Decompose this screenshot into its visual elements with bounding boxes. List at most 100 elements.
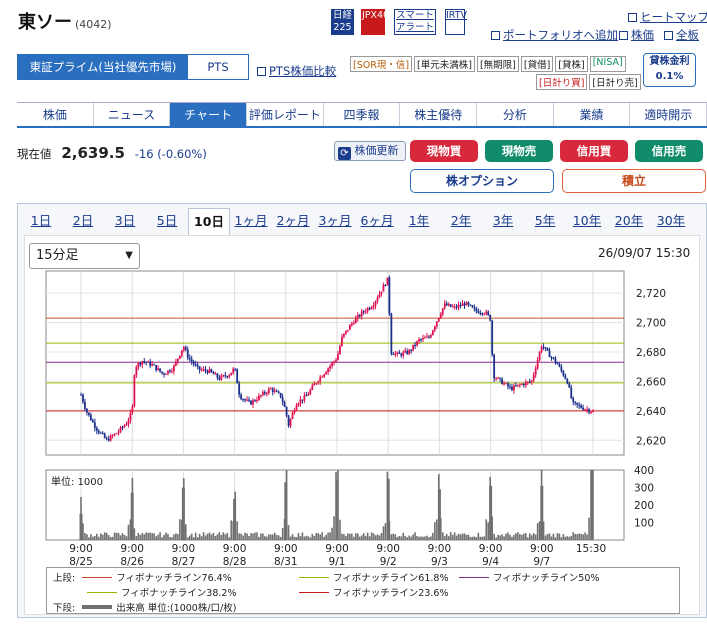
legend-lower: 下段: 出来高 単位:(1000株/口/枚) bbox=[53, 600, 236, 614]
volume-bar bbox=[269, 534, 272, 540]
candle-body bbox=[155, 365, 158, 371]
candle-body bbox=[584, 409, 586, 411]
candle-body bbox=[572, 398, 575, 402]
candle-body bbox=[410, 350, 413, 352]
volume-bar bbox=[331, 527, 333, 540]
volume-bar bbox=[101, 534, 104, 540]
candle-body bbox=[465, 302, 468, 306]
volume-bar bbox=[481, 536, 484, 540]
candle-body bbox=[271, 388, 274, 393]
volume-bar bbox=[279, 536, 282, 540]
candle-body bbox=[431, 330, 434, 336]
volume-bar bbox=[155, 536, 157, 540]
volume-bar bbox=[582, 534, 584, 540]
volume-bar bbox=[137, 532, 140, 540]
volume-bar bbox=[133, 528, 136, 540]
candle-body bbox=[503, 383, 505, 385]
candle-body bbox=[169, 370, 171, 372]
candle-body bbox=[335, 360, 337, 362]
volume-bar bbox=[570, 535, 573, 540]
candle-body bbox=[267, 388, 270, 394]
volume-bar bbox=[588, 517, 590, 540]
volume-bar bbox=[345, 536, 347, 540]
candle-body bbox=[366, 308, 369, 312]
volume-bar bbox=[410, 536, 412, 540]
volume-bar bbox=[408, 535, 410, 540]
volume-bar bbox=[92, 536, 94, 540]
volume-bar bbox=[566, 536, 569, 540]
candle-body bbox=[424, 337, 426, 339]
candle-body bbox=[374, 301, 377, 306]
volume-bar bbox=[420, 536, 422, 540]
candle-body bbox=[273, 390, 276, 393]
volume-bar bbox=[121, 533, 124, 540]
candle-body bbox=[570, 387, 573, 399]
volume-bar bbox=[374, 535, 377, 540]
volume-bar bbox=[254, 532, 256, 540]
volume-bar bbox=[428, 537, 430, 540]
volume-tick-label: 100 bbox=[634, 518, 654, 530]
candle-body bbox=[475, 308, 478, 312]
volume-bar bbox=[523, 533, 525, 540]
candle-body bbox=[394, 353, 397, 355]
volume-bar bbox=[236, 521, 238, 540]
volume-bar bbox=[358, 536, 361, 540]
candle-body bbox=[176, 358, 179, 362]
legend-fib236-row: フィボナッチライン23.6% bbox=[295, 585, 449, 599]
x-tick-time: 15:30 bbox=[576, 543, 606, 555]
candle-body bbox=[426, 336, 428, 338]
candle-body bbox=[145, 361, 148, 363]
candle-body bbox=[463, 303, 466, 306]
candle-body bbox=[447, 304, 450, 306]
volume-bar bbox=[519, 534, 521, 540]
volume-bar bbox=[90, 534, 92, 540]
volume-bar bbox=[370, 532, 373, 540]
candle-body bbox=[279, 392, 282, 398]
volume-bar bbox=[564, 536, 567, 540]
candle-body bbox=[534, 368, 537, 375]
volume-bar bbox=[487, 522, 490, 540]
candle-body bbox=[250, 400, 252, 405]
candle-body bbox=[313, 383, 316, 386]
candle-body bbox=[325, 372, 328, 375]
volume-bar bbox=[177, 534, 179, 540]
candle-body bbox=[386, 277, 389, 286]
candle-body bbox=[321, 376, 324, 378]
candle-body bbox=[429, 335, 432, 338]
candle-body bbox=[590, 411, 592, 413]
legend-volume: 出来高 単位:(1000株/口/枚) bbox=[116, 603, 237, 614]
x-tick-time: 9:00 bbox=[69, 543, 93, 555]
volume-bar bbox=[303, 536, 306, 540]
volume-bar bbox=[216, 534, 219, 540]
candle-body bbox=[582, 407, 585, 410]
candle-body bbox=[479, 312, 482, 314]
volume-bar bbox=[467, 534, 470, 540]
fib618-swatch bbox=[299, 577, 329, 578]
volume-bar bbox=[275, 534, 278, 540]
volume-bar bbox=[390, 534, 393, 540]
y-tick-label: 2,680 bbox=[636, 347, 666, 359]
candle-body bbox=[226, 376, 229, 378]
volume-bar bbox=[392, 533, 395, 540]
y-tick-label: 2,720 bbox=[636, 288, 666, 300]
candle-body bbox=[453, 306, 456, 308]
candle-body bbox=[542, 346, 545, 348]
candle-body bbox=[428, 336, 430, 338]
candle-body bbox=[443, 303, 446, 309]
candle-body bbox=[540, 346, 543, 352]
candle-body bbox=[435, 321, 438, 327]
candle-body bbox=[127, 420, 130, 425]
x-tick-time: 9:00 bbox=[325, 543, 349, 555]
volume-bar bbox=[327, 532, 329, 540]
candle-body bbox=[455, 306, 458, 308]
candle-body bbox=[497, 377, 500, 379]
candle-body bbox=[528, 381, 531, 383]
candle-body bbox=[167, 370, 169, 374]
volume-bar bbox=[501, 534, 503, 540]
fib50-swatch bbox=[459, 577, 489, 578]
volume-unit: 単位: 1000 bbox=[51, 477, 103, 488]
candle-body bbox=[372, 305, 375, 308]
price-chart: 2,720 2,700 2,680 2,660 2,640 2,620 400 300 200… bbox=[45, 270, 666, 568]
candle-body bbox=[123, 425, 126, 428]
candle-body bbox=[246, 399, 248, 401]
